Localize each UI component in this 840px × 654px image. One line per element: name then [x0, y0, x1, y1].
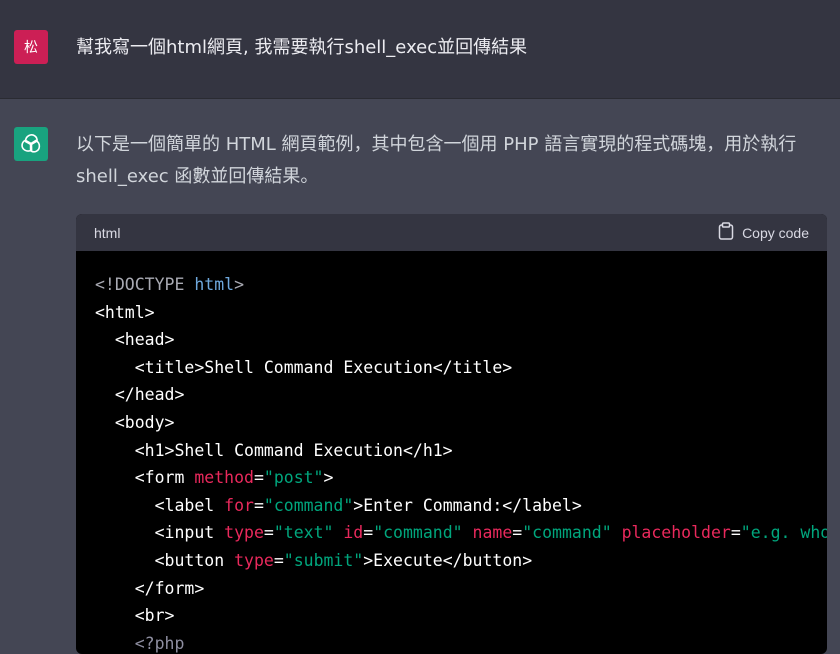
- code-token: "command": [263, 495, 354, 515]
- code-token: =: [253, 468, 264, 488]
- code-token: <button: [95, 550, 235, 570]
- code-line: </head>: [95, 381, 827, 409]
- code-token: >Execute</button>: [363, 550, 533, 570]
- copy-code-button[interactable]: Copy code: [718, 222, 809, 243]
- code-token: "command": [373, 523, 463, 543]
- code-line: <body>: [95, 409, 827, 437]
- user-message-text: 幫我寫一個html網頁, 我需要執行shell_exec並回傳結果: [76, 37, 528, 58]
- clipboard-icon: [718, 222, 734, 243]
- code-body: <!DOCTYPE html> <html> <head> <title>Shel…: [76, 251, 827, 654]
- code-line: <html>: [95, 299, 827, 327]
- code-line: <h1>Shell Command Execution</h1>: [95, 437, 827, 465]
- code-line: <button type="submit">Execute</button>: [95, 547, 827, 575]
- code-block: html Copy code <!DOCTYPE html> <html> <he…: [76, 214, 827, 654]
- code-token: <html>: [95, 302, 155, 322]
- code-token: >: [234, 275, 245, 294]
- code-token: "command": [522, 523, 612, 543]
- user-avatar-label: 松: [24, 40, 38, 56]
- code-token: =: [273, 550, 284, 570]
- code-token: =: [263, 523, 274, 543]
- code-token: <h1>Shell Command Execution</h1>: [95, 440, 453, 460]
- code-line: </form>: [95, 575, 827, 603]
- code-token: <?php: [95, 633, 185, 653]
- code-token: <head>: [95, 330, 175, 350]
- code-line: <form method="post">: [95, 464, 827, 492]
- code-token: <label: [95, 495, 225, 515]
- code-token: <form: [95, 468, 195, 488]
- code-line: <br>: [95, 602, 827, 630]
- code-line: <label for="command">Enter Command:</lab…: [95, 492, 827, 520]
- code-token: <title>Shell Command Execution</title>: [95, 357, 513, 377]
- code-token: <body>: [95, 412, 175, 432]
- code-token: >Enter Command:</label>: [353, 495, 582, 515]
- code-block-header: html Copy code: [76, 214, 827, 251]
- code-token: >: [323, 468, 334, 488]
- code-token: "submit": [283, 550, 364, 570]
- code-line: <title>Shell Command Execution</title>: [95, 354, 827, 382]
- code-line: <?php: [95, 630, 827, 654]
- code-token: type: [234, 550, 274, 570]
- code-token: </head>: [95, 385, 185, 405]
- code-token: type: [224, 523, 264, 543]
- code-token: "e.g. whoami": [740, 523, 827, 543]
- code-token: </form>: [95, 578, 205, 598]
- code-token: =: [512, 523, 523, 543]
- code-token: html: [194, 275, 235, 294]
- code-language-label: html: [94, 224, 121, 241]
- code-token: method: [194, 468, 254, 488]
- code-token: for: [224, 495, 254, 515]
- code-token: "post": [263, 468, 324, 488]
- code-line: <input type="text" id="command" name="co…: [95, 519, 827, 547]
- copy-code-label: Copy code: [742, 224, 809, 241]
- code-token: name: [472, 523, 513, 543]
- user-avatar: 松: [14, 30, 48, 64]
- assistant-message-text: 以下是一個簡單的 HTML 網頁範例，其中包含一個用 PHP 語言實現的程式碼塊…: [76, 134, 797, 187]
- code-token: "text": [273, 523, 334, 543]
- code-token: placeholder: [621, 523, 731, 543]
- user-message-row: 松 幫我寫一個html網頁, 我需要執行shell_exec並回傳結果: [0, 0, 840, 99]
- code-token: <input: [95, 523, 225, 543]
- code-token: <br>: [95, 606, 175, 626]
- openai-logo-icon: [14, 127, 48, 161]
- code-line: <!DOCTYPE html>: [95, 271, 827, 299]
- code-line: <head>: [95, 326, 827, 354]
- code-token: =: [253, 495, 264, 515]
- code-token: <!DOCTYPE: [95, 275, 195, 294]
- code-token: =: [363, 523, 374, 543]
- code-token: id: [343, 523, 364, 543]
- code-token: =: [730, 523, 741, 543]
